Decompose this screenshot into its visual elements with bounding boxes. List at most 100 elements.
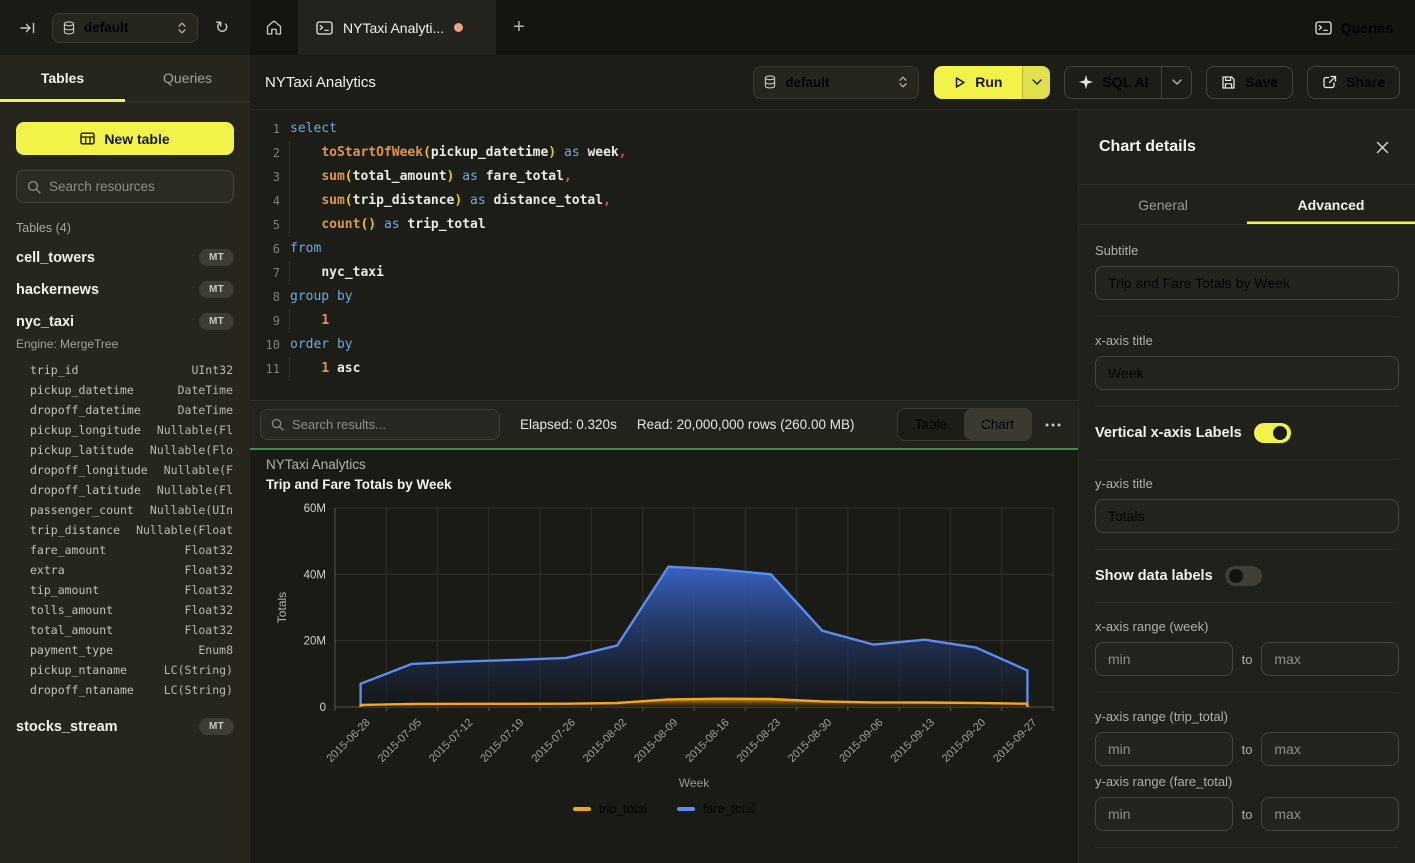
refresh-icon[interactable]: ↻ (208, 14, 236, 42)
chevron-updown-icon (898, 75, 908, 89)
y-axis-range-fare-min-input[interactable] (1095, 797, 1233, 831)
tables-section-title: Tables (4) (16, 221, 234, 235)
line-number: 4 (250, 189, 280, 213)
line-number: 11 (250, 357, 280, 381)
database-selector[interactable]: default (52, 13, 198, 43)
sql-ai-button[interactable]: SQL AI (1064, 66, 1192, 99)
panel-tab-advanced[interactable]: Advanced (1247, 185, 1415, 224)
vertical-x-axis-labels-label: Vertical x-axis Labels (1095, 425, 1242, 441)
search-resources-input[interactable] (49, 179, 226, 194)
column-type: Float32 (185, 560, 233, 580)
topbar-left: default ↻ (0, 0, 250, 55)
column-name: tolls_amount (30, 600, 113, 620)
close-icon[interactable] (1369, 134, 1395, 160)
sql-ai-options-button[interactable] (1161, 67, 1191, 98)
column-type: Nullable(F (164, 460, 233, 480)
view-table-button[interactable]: Table (898, 409, 964, 440)
column-type: LC(String) (164, 660, 233, 680)
svg-text:2015-09-13: 2015-09-13 (889, 717, 937, 765)
tab-nytaxi-analytics[interactable]: NYTaxi Analyti... (298, 0, 496, 55)
vertical-x-axis-labels-toggle[interactable] (1254, 423, 1291, 443)
column-type: Nullable(Float (136, 520, 233, 540)
subtitle-input[interactable] (1095, 266, 1399, 300)
legend-item[interactable]: fare_total (677, 802, 755, 816)
run-button-group: Run (934, 66, 1050, 99)
search-results-input[interactable] (292, 417, 489, 432)
panel-tab-general[interactable]: General (1079, 185, 1247, 224)
editor-line: 5 count() as trip_total (250, 213, 1078, 237)
column-row: payment_typeEnum8 (0, 640, 250, 660)
legend-item[interactable]: trip_total (573, 802, 647, 816)
share-label: Share (1346, 74, 1385, 90)
results-toolbar: Elapsed: 0.320s Read: 20,000,000 rows (2… (250, 400, 1078, 450)
table-item[interactable]: cell_towersMT (0, 241, 250, 273)
svg-text:2015-08-23: 2015-08-23 (735, 717, 783, 765)
table-item[interactable]: stocks_streamMT (0, 710, 250, 742)
column-row: fare_amountFloat32 (0, 540, 250, 560)
sidebar-tab-tables[interactable]: Tables (0, 55, 125, 101)
column-type: Float32 (185, 600, 233, 620)
y-axis-title-label: y-axis title (1095, 476, 1399, 491)
x-axis-range-max-input[interactable] (1261, 642, 1399, 676)
chart-area: NYTaxi Analytics Trip and Fare Totals by… (250, 450, 1078, 863)
table-item[interactable]: hackernewsMT (0, 273, 250, 305)
x-axis-title-input[interactable] (1095, 356, 1399, 390)
column-name: payment_type (30, 640, 113, 660)
column-name: dropoff_latitude (30, 480, 141, 500)
line-number: 2 (250, 141, 280, 165)
column-type: Nullable(Fl (157, 420, 233, 440)
column-type: UInt32 (191, 360, 233, 380)
column-name: tip_amount (30, 580, 99, 600)
sidebar-tabs: Tables Queries (0, 55, 250, 102)
queries-button[interactable]: Queries (1293, 0, 1415, 55)
column-name: dropoff_datetime (30, 400, 141, 420)
collapse-sidebar-icon[interactable] (14, 14, 42, 42)
svg-text:2015-08-02: 2015-08-02 (581, 717, 629, 765)
y-axis-range-trip-max-input[interactable] (1261, 732, 1399, 766)
home-icon[interactable] (250, 0, 298, 55)
table-icon (80, 132, 95, 145)
new-table-button[interactable]: New table (16, 122, 234, 155)
view-chart-button[interactable]: Chart (964, 409, 1031, 440)
more-options-icon[interactable] (1038, 410, 1068, 440)
column-name: trip_distance (30, 520, 120, 540)
column-type: Nullable(UIn (150, 500, 233, 520)
svg-text:Week: Week (679, 776, 710, 790)
results-search (260, 409, 500, 440)
sql-editor[interactable]: 1select2 toStartOfWeek(pickup_datetime) … (250, 110, 1078, 400)
table-item[interactable]: nyc_taxiMT (0, 305, 250, 337)
y-axis-range-trip-min-input[interactable] (1095, 732, 1233, 766)
svg-text:2015-08-09: 2015-08-09 (632, 717, 680, 765)
to-label: to (1242, 652, 1253, 667)
run-options-button[interactable] (1022, 66, 1050, 99)
y-axis-title-input[interactable] (1095, 499, 1399, 533)
share-button[interactable]: Share (1307, 66, 1400, 99)
query-database-selector[interactable]: default (753, 66, 919, 99)
run-button[interactable]: Run (934, 66, 1022, 99)
save-button[interactable]: Save (1206, 66, 1293, 99)
svg-text:2015-07-12: 2015-07-12 (427, 717, 475, 765)
engine-badge: MT (199, 281, 234, 298)
panel-body: Subtitle x-axis title Vertical x-axis La… (1079, 225, 1415, 863)
show-data-labels-toggle[interactable] (1225, 566, 1262, 586)
topbar: default ↻ NYTaxi Analyti... + (0, 0, 1415, 55)
elapsed-time: Elapsed: 0.320s (520, 417, 617, 432)
column-type: Float32 (185, 580, 233, 600)
column-row: dropoff_datetimeDateTime (0, 400, 250, 420)
sql-ai-label: SQL AI (1102, 74, 1148, 90)
y-axis-range-fare-max-input[interactable] (1261, 797, 1399, 831)
query-toolbar: NYTaxi Analytics default Run (250, 55, 1415, 110)
column-row: dropoff_ntanameLC(String) (0, 680, 250, 700)
rows-read: Read: 20,000,000 rows (260.00 MB) (637, 417, 855, 432)
column-name: fare_amount (30, 540, 106, 560)
table-name: cell_towers (16, 250, 95, 266)
column-row: trip_distance Nullable(Float (0, 520, 250, 540)
svg-text:Totals: Totals (275, 592, 289, 623)
to-label: to (1242, 807, 1253, 822)
sidebar-tab-queries[interactable]: Queries (125, 55, 250, 101)
new-tab-button[interactable]: + (496, 0, 542, 55)
x-axis-range-min-input[interactable] (1095, 642, 1233, 676)
database-icon (63, 21, 75, 35)
y-axis-range-trip-label: y-axis range (trip_total) (1095, 709, 1399, 724)
column-name: pickup_latitude (30, 440, 134, 460)
